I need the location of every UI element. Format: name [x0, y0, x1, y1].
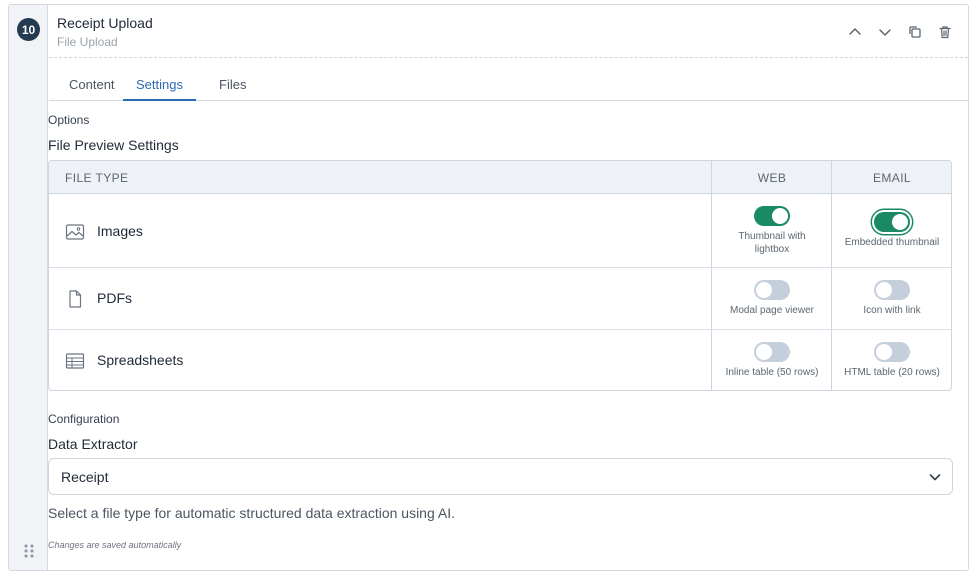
- delete-button[interactable]: [936, 23, 954, 41]
- table-row-pdfs: PDFs Modal page viewer Icon with link: [49, 268, 951, 330]
- field-type-subtitle: File Upload: [57, 35, 118, 49]
- spreadsheets-web-toggle[interactable]: [754, 342, 790, 362]
- pdfs-web-toggle[interactable]: [754, 280, 790, 300]
- tab-content[interactable]: Content: [69, 77, 115, 99]
- file-preview-settings-title: File Preview Settings: [48, 137, 179, 153]
- row-label: Spreadsheets: [97, 352, 184, 368]
- spreadsheets-email-cell: HTML table (20 rows): [832, 342, 951, 379]
- row-label: Images: [97, 223, 143, 239]
- select-value: Receipt: [61, 469, 109, 485]
- move-down-button[interactable]: [876, 23, 894, 41]
- pdfs-web-cell: Modal page viewer: [712, 280, 832, 317]
- table-row-spreadsheets: Spreadsheets Inline table (50 rows) HTML…: [49, 330, 951, 390]
- table-row-images: Images Thumbnail with lightbox Embedded …: [49, 194, 951, 268]
- toggle-knob: [892, 214, 908, 230]
- toggle-knob: [756, 344, 772, 360]
- file-icon: [69, 290, 82, 308]
- header-email: EMAIL: [872, 171, 911, 185]
- card-header: Receipt Upload File Upload: [49, 5, 968, 58]
- table-header: FILE TYPE WEB EMAIL: [49, 161, 951, 194]
- toggle-knob: [772, 208, 788, 224]
- trash-icon: [939, 26, 951, 39]
- images-email-toggle[interactable]: [874, 212, 910, 232]
- image-icon: [65, 224, 85, 240]
- spreadsheets-web-cell: Inline table (50 rows): [712, 342, 832, 379]
- pdfs-email-cell: Icon with link: [832, 280, 951, 317]
- toggle-caption: HTML table (20 rows): [844, 367, 940, 378]
- row-label: PDFs: [97, 290, 132, 306]
- toggle-caption: Modal page viewer: [730, 305, 814, 316]
- autosave-note: Changes are saved automatically: [48, 540, 182, 550]
- toggle-caption: Inline table (50 rows): [725, 367, 819, 378]
- copy-icon: [909, 26, 921, 38]
- spreadsheets-email-toggle[interactable]: [874, 342, 910, 362]
- tab-bar: Content Settings Files: [49, 69, 968, 101]
- header-actions: [846, 23, 954, 41]
- toggle-knob: [876, 344, 892, 360]
- file-preview-table: FILE TYPE WEB EMAIL Images Thumbnail wit…: [48, 160, 952, 391]
- images-email-cell: Embedded thumbnail: [832, 212, 951, 249]
- toggle-caption: Icon with link: [863, 305, 921, 316]
- toggle-caption: Embedded thumbnail: [844, 237, 940, 248]
- chevron-down-icon: [929, 474, 941, 481]
- header-web: WEB: [757, 171, 787, 185]
- drag-handle-icon[interactable]: [23, 543, 35, 559]
- data-extractor-help-text: Select a file type for automatic structu…: [48, 505, 455, 521]
- duplicate-button[interactable]: [906, 23, 924, 41]
- data-extractor-select[interactable]: Receipt: [48, 458, 953, 495]
- toggle-knob: [876, 282, 892, 298]
- table-icon: [65, 353, 85, 369]
- move-up-button[interactable]: [846, 23, 864, 41]
- pdfs-email-toggle[interactable]: [874, 280, 910, 300]
- data-extractor-title: Data Extractor: [48, 436, 138, 452]
- configuration-section-label: Configuration: [48, 412, 120, 426]
- step-number-badge: 10: [17, 18, 40, 41]
- images-web-toggle[interactable]: [754, 206, 790, 226]
- toggle-knob: [756, 282, 772, 298]
- tab-files[interactable]: Files: [219, 77, 246, 99]
- tab-settings[interactable]: Settings: [123, 77, 196, 101]
- card-gutter: 10: [9, 5, 48, 570]
- header-file-type: FILE TYPE: [65, 171, 129, 185]
- toggle-caption: Thumbnail with lightbox: [738, 231, 806, 255]
- images-web-cell: Thumbnail with lightbox: [712, 206, 832, 256]
- field-title: Receipt Upload: [57, 15, 153, 31]
- chevron-up-icon: [849, 28, 861, 35]
- chevron-down-icon: [879, 29, 891, 36]
- options-section-label: Options: [48, 113, 90, 127]
